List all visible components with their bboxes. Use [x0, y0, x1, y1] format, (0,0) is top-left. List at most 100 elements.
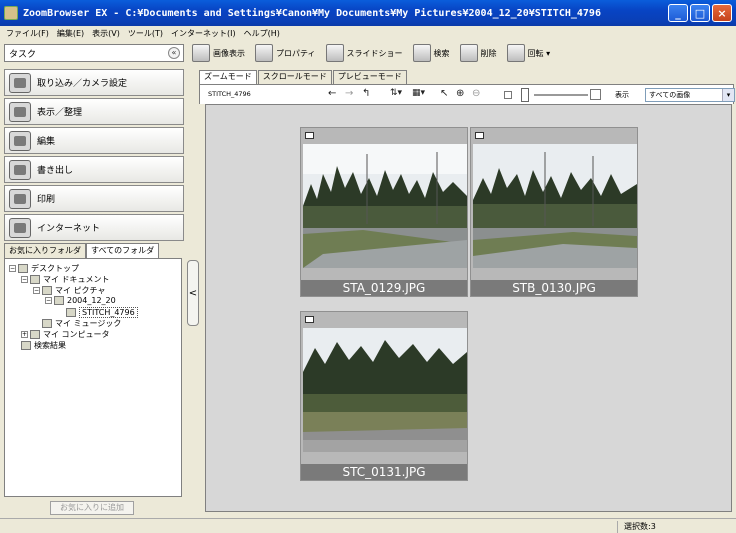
task-header: タスク « [4, 44, 184, 62]
app-icon [4, 6, 18, 20]
properties-button[interactable]: プロパティ [255, 44, 316, 62]
tree-item-my-pictures[interactable]: − マイ ピクチャ [33, 285, 105, 296]
thumbnail-filename: STC_0131.JPG [301, 464, 467, 480]
delete-button[interactable]: 削除 [459, 44, 497, 62]
add-favorite-button[interactable]: お気に入りに追加 [50, 501, 134, 515]
collapse-icon[interactable]: − [45, 297, 52, 304]
edit-button[interactable]: 編集 [4, 127, 184, 154]
folder-icon [54, 296, 64, 305]
view-toolbar: STITCH_4796 ← → ↰ ⇅▾ ▦▾ ↖ ⊕ ⊖ 表示 すべての画像 … [199, 84, 735, 104]
photo-thumbnail [303, 144, 467, 268]
close-button[interactable]: × [712, 4, 732, 22]
view-organize-button[interactable]: 表示／整理 [4, 98, 184, 125]
folder-icon [30, 275, 40, 284]
menu-view[interactable]: 表示(V) [88, 28, 124, 39]
internet-button[interactable]: インターネット [4, 214, 184, 241]
search-button[interactable]: 検索 [412, 44, 450, 62]
printer-icon [9, 188, 31, 209]
thumbnail-item[interactable]: STB_0130.JPG [470, 127, 638, 297]
up-folder-icon[interactable]: ↰ [362, 88, 370, 99]
mode-tabs: ズームモード スクロールモード プレビューモード [199, 70, 408, 84]
menu-internet[interactable]: インターネット(I) [167, 28, 240, 39]
forward-arrow-icon[interactable]: → [345, 88, 353, 99]
search-icon [412, 44, 431, 62]
print-button[interactable]: 印刷 [4, 185, 184, 212]
thumbnail-item[interactable]: STA_0129.JPG [300, 127, 468, 297]
expand-icon[interactable]: + [21, 331, 28, 338]
task-button-label: インターネット [37, 224, 101, 234]
slideshow-button[interactable]: スライドショー [325, 44, 403, 62]
tree-item-label: デスクトップ [31, 264, 79, 273]
collapse-icon[interactable]: − [9, 265, 16, 272]
toolbar-label: 検索 [433, 48, 450, 58]
tree-item-label: 検索結果 [34, 341, 66, 350]
menu-help[interactable]: ヘルプ(H) [240, 28, 284, 39]
back-arrow-icon[interactable]: ← [328, 88, 336, 99]
menu-tools[interactable]: ツール(T) [124, 28, 167, 39]
task-button-label: 印刷 [37, 195, 56, 205]
zoom-in-icon[interactable]: ⊕ [456, 88, 464, 99]
image-view-icon [192, 44, 210, 62]
tree-item-date-folder[interactable]: − 2004_12_20 [45, 296, 116, 305]
image-type-icon [475, 132, 484, 139]
tab-favorite-folders[interactable]: お気に入りフォルダ [4, 243, 86, 259]
tree-item-stitch[interactable]: STITCH_4796 [66, 307, 138, 318]
window-controls: _ □ × [668, 4, 732, 22]
tree-item-my-music[interactable]: マイ ミュージック [42, 318, 121, 329]
rotate-button[interactable]: 回転 ▾ [506, 44, 551, 62]
tree-item-my-documents[interactable]: − マイ ドキュメント [21, 274, 110, 285]
zoom-out-icon[interactable]: ⊖ [472, 88, 480, 99]
tree-item-my-computer[interactable]: + マイ コンピュータ [21, 329, 110, 340]
task-button-label: 表示／整理 [37, 108, 83, 118]
menu-edit[interactable]: 編集(E) [53, 28, 88, 39]
minimize-button[interactable]: _ [668, 4, 688, 22]
toolbar-label: 回転 ▾ [527, 48, 551, 58]
tab-zoom-mode[interactable]: ズームモード [199, 70, 257, 84]
sort-icon[interactable]: ⇅▾ [390, 88, 402, 98]
tab-preview-mode[interactable]: プレビューモード [332, 70, 407, 84]
title-bar: ZoomBrowser EX - C:¥Documents and Settin… [0, 0, 736, 26]
chevron-down-icon: ▾ [722, 89, 734, 101]
show-filter-value: すべての画像 [649, 91, 691, 99]
info-icon [255, 44, 273, 62]
folder-tabs: お気に入りフォルダ すべてのフォルダ [4, 243, 160, 260]
folder-tree: − デスクトップ − マイ ドキュメント − マイ ピクチャ − 2004_12… [4, 258, 182, 497]
photo-thumbnail [473, 144, 637, 268]
search-results-icon [21, 341, 31, 350]
selected-count: 選択数:3 [617, 521, 733, 533]
globe-icon [9, 217, 31, 238]
collapse-icon[interactable]: « [168, 47, 180, 59]
collapse-icon[interactable]: − [21, 276, 28, 283]
computer-icon [30, 330, 40, 339]
folder-icon [42, 286, 52, 295]
tree-item-label: マイ ピクチャ [55, 286, 106, 295]
view-image-button[interactable]: 画像表示 [192, 44, 245, 62]
large-thumb-icon [590, 89, 601, 100]
toolbar: 画像表示 プロパティ スライドショー 検索 削除 回転 ▾ [186, 40, 736, 66]
thumbnail-item[interactable]: STC_0131.JPG [300, 311, 468, 481]
slideshow-icon [325, 44, 344, 62]
show-filter-select[interactable]: すべての画像 ▾ [645, 88, 735, 102]
tab-scroll-mode[interactable]: スクロールモード [257, 70, 332, 84]
export-button[interactable]: 書き出し [4, 156, 184, 183]
menu-file[interactable]: ファイル(F) [2, 28, 53, 39]
panel-collapse-button[interactable]: < [187, 260, 199, 326]
task-button-label: 編集 [37, 137, 56, 147]
import-camera-settings-button[interactable]: 取り込み／カメラ設定 [4, 69, 184, 96]
tree-item-desktop[interactable]: − デスクトップ [9, 263, 79, 274]
thumbnail-size-slider[interactable] [521, 88, 529, 102]
thumbnail-size-track [534, 94, 588, 96]
desktop-icon [18, 264, 28, 273]
toolbar-label: スライドショー [346, 48, 403, 58]
small-thumb-icon [504, 91, 512, 99]
layout-icon[interactable]: ▦▾ [412, 88, 425, 98]
tree-item-search-results[interactable]: 検索結果 [21, 340, 66, 351]
pointer-icon[interactable]: ↖ [440, 88, 448, 99]
collapse-icon[interactable]: − [33, 287, 40, 294]
toolbar-label: 削除 [480, 48, 497, 58]
tree-item-label: マイ ドキュメント [43, 275, 110, 284]
left-panel: タスク « 取り込み／カメラ設定 表示／整理 編集 書き出し 印刷 インターネッ… [0, 40, 186, 518]
task-header-label: タスク [9, 49, 37, 60]
edit-icon [9, 130, 31, 151]
maximize-button[interactable]: □ [690, 4, 710, 22]
